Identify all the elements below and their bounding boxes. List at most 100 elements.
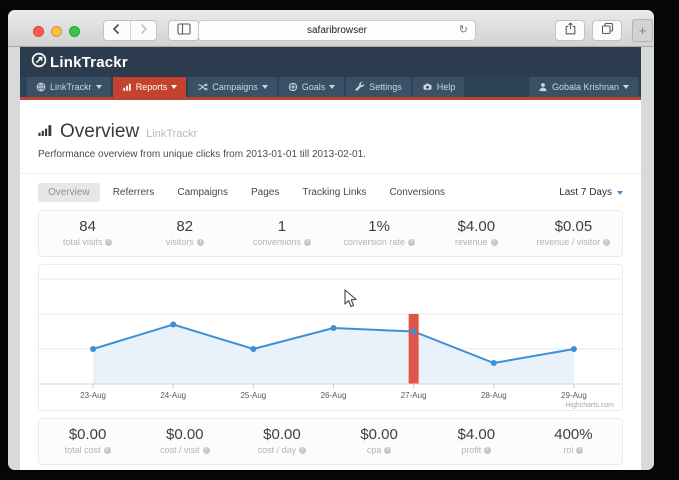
page-subtitle: Performance overview from unique clicks … [38,149,623,160]
tabs-overview-icon [601,22,614,40]
svg-text:27-Aug: 27-Aug [401,391,427,400]
tab-referrers[interactable]: Referrers [103,183,165,202]
shuffle-icon [197,82,208,92]
site-header: LinkTrackr [20,47,641,77]
caret-down-icon [329,85,335,89]
show-tabs-button[interactable] [592,20,622,41]
brand-name: LinkTrackr [50,54,128,71]
tab-list: OverviewReferrersCampaignsPagesTracking … [38,183,458,202]
url-text: safaribrowser [307,25,367,36]
stat-visitors: 82 visitorsi [136,211,233,256]
svg-text:28-Aug: 28-Aug [481,391,507,400]
stats-strip-top: 84 total visitsi 82 visitorsi 1 conversi… [38,210,623,257]
date-range-picker[interactable]: Last 7 Days [559,187,623,198]
highcharts-plot[interactable]: 23-Aug 24-Aug 25-Aug 26-Aug 27-Aug 28-Aug 29-A… [39,265,622,410]
main-nav: LinkTrackr Reports Campaigns Goals [20,77,641,100]
stat-roi: 400% roii [525,419,622,464]
info-icon[interactable]: i [104,447,111,454]
page-title: Overview [60,121,139,143]
stat-cost-visit: $0.00 cost / visiti [136,419,233,464]
info-icon[interactable]: i [408,239,415,246]
info-icon[interactable]: i [484,447,491,454]
bar-chart-icon [122,82,132,92]
back-button[interactable] [104,21,130,40]
nav-item-linktrackr[interactable]: LinkTrackr [27,77,111,97]
target-icon [288,82,298,92]
stat-conversion-rate: 1% conversion ratei [331,211,428,256]
share-button[interactable] [555,20,585,41]
caret-down-icon [96,85,102,89]
browser-viewport: LinkTrackr LinkTrackr Reports [8,47,654,470]
history-nav-group [103,20,157,41]
info-icon[interactable]: i [384,447,391,454]
caret-down-icon [617,191,623,195]
linktrackr-logo[interactable]: LinkTrackr [31,52,128,72]
share-icon [565,22,576,40]
caret-down-icon [623,85,629,89]
nav-item-help[interactable]: Help [413,77,465,97]
link-logo-icon [31,52,47,72]
camera-icon [422,82,433,92]
tab-conversions[interactable]: Conversions [379,183,455,202]
page-title-suffix: LinkTrackr [146,128,197,140]
stat-total-visits: 84 total visitsi [39,211,136,256]
user-icon [538,82,548,92]
sidebar-toggle-button[interactable] [168,20,199,41]
window-controls [33,26,80,37]
info-icon[interactable]: i [197,239,204,246]
new-tab-button[interactable]: + [632,19,653,42]
linktrackr-page: LinkTrackr LinkTrackr Reports [20,47,641,470]
stats-strip-bottom: $0.00 total costi $0.00 cost / visiti $0… [38,418,623,465]
info-icon[interactable]: i [491,239,498,246]
nav-item-reports[interactable]: Reports [113,77,187,97]
nav-item-goals[interactable]: Goals [279,77,345,97]
chevron-left-icon [112,22,121,40]
stat-cpa: $0.00 cpai [331,419,428,464]
minimize-window-button[interactable] [51,26,62,37]
forward-button[interactable] [130,21,157,40]
sidebar-icon [177,22,191,40]
tab-pages[interactable]: Pages [241,183,289,202]
svg-text:24-Aug: 24-Aug [160,391,186,400]
caret-down-icon [262,85,268,89]
browser-titlebar: safaribrowser ↻ + [8,10,654,47]
chevron-right-icon [139,22,148,40]
report-tabs: OverviewReferrersCampaignsPagesTracking … [20,174,641,210]
wrench-icon [355,82,365,92]
globe-icon [36,82,46,92]
zoom-window-button[interactable] [69,26,80,37]
plus-icon: + [639,23,647,38]
svg-text:Highcharts.com: Highcharts.com [565,402,614,409]
info-icon[interactable]: i [299,447,306,454]
stat-conversions: 1 conversionsi [233,211,330,256]
info-icon[interactable]: i [304,239,311,246]
reload-icon[interactable]: ↻ [459,21,468,40]
date-range-label: Last 7 Days [559,187,612,198]
browser-window: safaribrowser ↻ + LinkTrackr [8,10,654,470]
stat-profit: $4.00 profiti [428,419,525,464]
user-menu[interactable]: Gobala Krishnan [529,77,638,97]
page-heading: Overview LinkTrackr Performance overview… [20,100,641,174]
address-bar[interactable]: safaribrowser ↻ [198,20,476,41]
overview-bars-icon [38,123,53,141]
user-name: Gobala Krishnan [552,82,619,92]
stat-revenue-visitor: $0.05 revenue / visitori [525,211,622,256]
nav-item-campaigns[interactable]: Campaigns [188,77,277,97]
close-window-button[interactable] [33,26,44,37]
info-icon[interactable]: i [105,239,112,246]
info-icon[interactable]: i [603,239,610,246]
svg-text:23-Aug: 23-Aug [80,391,106,400]
svg-text:29-Aug: 29-Aug [561,391,587,400]
svg-text:26-Aug: 26-Aug [321,391,347,400]
stat-revenue: $4.00 revenuei [428,211,525,256]
svg-text:25-Aug: 25-Aug [240,391,266,400]
visits-chart[interactable]: 23-Aug 24-Aug 25-Aug 26-Aug 27-Aug 28-Aug 29-A… [38,264,623,411]
tab-tracking-links[interactable]: Tracking Links [292,183,376,202]
tab-overview[interactable]: Overview [38,183,100,202]
nav-item-settings[interactable]: Settings [346,77,411,97]
info-icon[interactable]: i [203,447,210,454]
stat-cost-day: $0.00 cost / dayi [233,419,330,464]
tab-campaigns[interactable]: Campaigns [167,183,238,202]
stat-total-cost: $0.00 total costi [39,419,136,464]
info-icon[interactable]: i [576,447,583,454]
